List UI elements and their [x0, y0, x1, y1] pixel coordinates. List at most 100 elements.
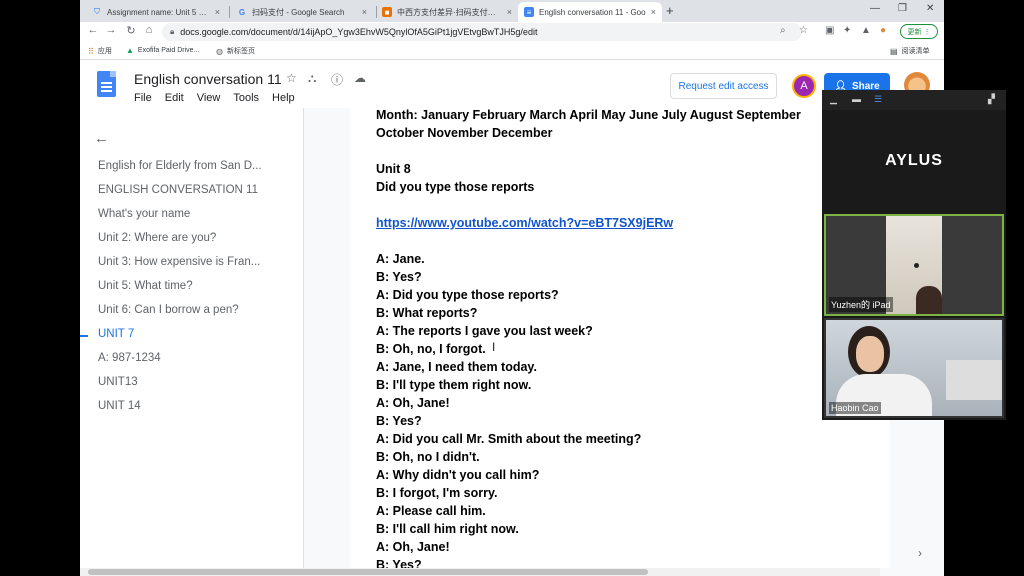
apps-grid-icon: ⠿ — [88, 46, 94, 56]
info-icon[interactable]: ⓘ — [331, 71, 343, 88]
tab-docs[interactable]: ≡ English conversation 11 - Goo × — [518, 2, 662, 22]
document-line: Unit 8 — [376, 162, 411, 176]
document-line: B: I'll call him right now. — [376, 522, 519, 536]
cloud-icon[interactable]: ☁ — [354, 71, 366, 85]
star-icon[interactable]: ☆ — [286, 71, 297, 85]
document-line: A: Please call him. — [376, 504, 486, 518]
document-line: October November December — [376, 126, 553, 140]
globe-icon: ◍ — [216, 46, 223, 56]
outline-item[interactable]: Unit 3: How expensive is Fran... — [98, 256, 282, 268]
close-icon[interactable]: × — [215, 7, 220, 17]
tile-view-icon[interactable]: ▬ — [852, 94, 861, 104]
document-line: B: I forgot, I'm sorry. — [376, 486, 498, 500]
document-line: B: Yes? — [376, 414, 422, 428]
extension-icon[interactable]: ▣ — [825, 25, 834, 36]
docs-header: English conversation 11 ☆ ⛬ ⓘ ☁ File Edi… — [80, 60, 944, 108]
avatar[interactable]: A — [792, 74, 816, 98]
document-line: B: I'll type them right now. — [376, 378, 532, 392]
outline-item[interactable]: UNIT13 — [98, 376, 282, 388]
menu-bar: File Edit View Tools Help — [134, 92, 308, 104]
layout-icon[interactable]: ▞ — [988, 94, 995, 105]
menu-edit[interactable]: Edit — [165, 92, 184, 104]
bookmarks-bar: ⠿ 应用 ▲ Exofifa Paid Drive... ◍ 新标签页 ▤ 阅读… — [80, 42, 944, 60]
outline-item[interactable]: Unit 6: Can I borrow a pen? — [98, 304, 282, 316]
document-line: Did you type those reports — [376, 180, 535, 194]
search-icon[interactable]: ⌕ — [780, 25, 786, 36]
document-line: A: Jane, I need them today. — [376, 360, 537, 374]
document-line: A: Why didn't you call him? — [376, 468, 540, 482]
close-icon[interactable]: × — [362, 7, 367, 17]
outline-item[interactable]: Unit 5: What time? — [98, 280, 282, 292]
google-icon: G — [238, 7, 246, 17]
tab-google-search[interactable]: G 扫码支付 - Google Search × — [231, 2, 373, 22]
restore-icon[interactable]: ❐ — [898, 3, 907, 14]
host-name: AYLUS — [885, 152, 943, 169]
docs-logo-icon[interactable] — [97, 71, 116, 97]
reading-list-icon: ▤ — [890, 46, 898, 56]
reload-icon[interactable]: ↻ — [124, 24, 138, 37]
back-icon[interactable]: ← — [86, 24, 100, 36]
tab-payment-article[interactable]: ■ 中西方支付差异·扫码支付与信用 × — [376, 2, 518, 22]
menu-tools[interactable]: Tools — [233, 92, 259, 104]
document-line: B: Oh, no, I forgot. — [376, 342, 486, 356]
menu-help[interactable]: Help — [272, 92, 295, 104]
close-icon[interactable]: × — [507, 7, 512, 17]
document-line: A: The reports I gave you last week? — [376, 324, 593, 338]
bookmark-apps[interactable]: ⠿ 应用 — [88, 46, 112, 56]
outline-item[interactable]: English for Elderly from San D... — [98, 160, 282, 172]
document-line: A: Oh, Jane! — [376, 540, 450, 554]
horizontal-scrollbar[interactable] — [80, 568, 880, 576]
participant-tile-ipad[interactable]: Yuzhen的 iPad — [824, 214, 1004, 316]
outline-item[interactable]: UNIT 7 — [98, 328, 282, 340]
menu-file[interactable]: File — [134, 92, 152, 104]
outline-item[interactable]: ENGLISH CONVERSATION 11 — [98, 184, 282, 196]
star-icon[interactable]: ☆ — [799, 25, 808, 36]
zoom-toolbar: ▁ ▬ ☰ ▞ — [822, 90, 1006, 110]
text-cursor-icon: I — [492, 340, 496, 354]
document-line: A: Did you call Mr. Smith about the meet… — [376, 432, 642, 446]
document-line: B: What reports? — [376, 306, 478, 320]
participant-tile-haobin[interactable]: Haobin Cao — [824, 318, 1004, 418]
video-link[interactable]: https://www.youtube.com/watch?v=eBT7SX9j… — [376, 216, 673, 230]
back-arrow-icon[interactable]: ← — [94, 130, 109, 147]
drive-icon: ▲ — [126, 46, 134, 55]
address-toolbar: ← → ↻ ⌂ 🔒︎ docs.google.com/document/d/14… — [80, 22, 944, 42]
outline-item[interactable]: What's your name — [98, 208, 282, 220]
puzzle-icon[interactable]: ✦ — [843, 25, 851, 36]
docs-icon: ≡ — [524, 7, 534, 17]
drive-status-icon[interactable]: ⛬ — [308, 71, 316, 86]
close-window-icon[interactable]: ✕ — [926, 3, 934, 14]
forward-icon[interactable]: → — [104, 24, 118, 36]
participant-label: Haobin Cao — [829, 402, 881, 414]
avatar-small-icon[interactable]: ● — [880, 25, 886, 36]
minimize-icon[interactable]: ▁ — [830, 94, 837, 105]
new-tab-button[interactable]: + — [666, 3, 674, 18]
outline-item[interactable]: UNIT 14 — [98, 400, 282, 412]
bookmark-drive[interactable]: ▲ Exofifa Paid Drive... — [126, 46, 199, 55]
document-title[interactable]: English conversation 11 — [134, 71, 282, 87]
document-page[interactable]: Month: January February March April May … — [350, 108, 890, 572]
outline-item[interactable]: Unit 2: Where are you? — [98, 232, 282, 244]
document-line: Month: January February March April May … — [376, 108, 801, 122]
update-button[interactable]: 更新 ⋮ — [900, 24, 938, 39]
minimize-icon[interactable]: — — [870, 3, 880, 14]
chevron-right-icon[interactable]: › — [918, 546, 922, 560]
bookmark-icon: ■ — [382, 7, 392, 17]
bookmark-new-tab[interactable]: ◍ 新标签页 — [216, 46, 255, 56]
menu-view[interactable]: View — [197, 92, 221, 104]
url-bar[interactable]: 🔒︎ docs.google.com/document/d/14ijApO_Yg… — [162, 23, 802, 41]
screen: ⛉ Assignment name: Unit 5 Proj × G 扫码支付 … — [80, 0, 944, 576]
tab-strip: ⛉ Assignment name: Unit 5 Proj × G 扫码支付 … — [80, 0, 944, 22]
document-outline: ← English for Elderly from San D... ENGLI… — [80, 108, 304, 568]
reading-list[interactable]: ▤ 阅读清单 — [890, 46, 930, 56]
tab-assignment[interactable]: ⛉ Assignment name: Unit 5 Proj × — [86, 2, 226, 22]
home-icon[interactable]: ⌂ — [142, 24, 156, 36]
profile-small-icon[interactable]: ▲ — [861, 25, 871, 36]
docs-body: ← English for Elderly from San D... ENGLI… — [80, 108, 944, 576]
request-edit-access-button[interactable]: Request edit access — [670, 73, 777, 99]
gallery-view-icon[interactable]: ☰ — [874, 94, 882, 105]
document-line: A: Did you type those reports? — [376, 288, 559, 302]
outline-item[interactable]: A: 987-1234 — [98, 352, 282, 364]
lock-icon: 🔒︎ — [170, 27, 175, 36]
close-icon[interactable]: × — [651, 7, 656, 17]
